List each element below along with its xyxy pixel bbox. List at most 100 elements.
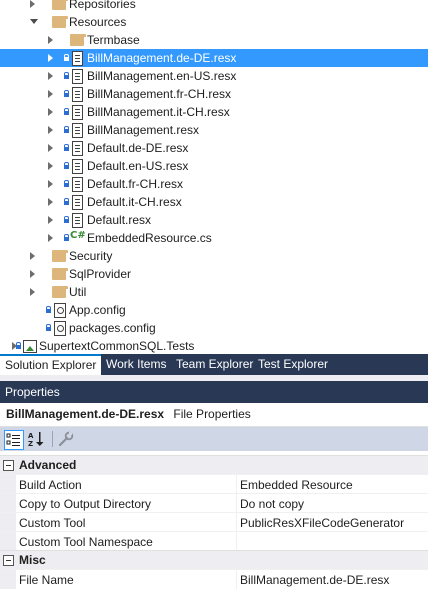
object-selector[interactable]: BillManagement.de-DE.resx File Propertie… bbox=[0, 403, 428, 427]
categorized-icon[interactable] bbox=[4, 430, 24, 450]
tree-item[interactable]: packages.config bbox=[0, 319, 428, 337]
toolbar-separator bbox=[52, 431, 53, 447]
property-row[interactable]: Custom Tool Namespace bbox=[0, 531, 428, 551]
tree-item[interactable]: Security bbox=[0, 247, 428, 265]
collapse-box-icon[interactable] bbox=[3, 460, 14, 471]
alphabetical-icon[interactable]: A Z bbox=[27, 430, 45, 448]
property-row[interactable]: Custom Tool PublicResXFileCodeGenerator bbox=[0, 512, 428, 532]
tree-item-label: packages.config bbox=[69, 321, 156, 335]
tab-work-items[interactable]: Work Items bbox=[101, 354, 171, 375]
expand-arrow-icon[interactable] bbox=[48, 233, 56, 243]
tree-item-label: Repositories bbox=[69, 0, 136, 11]
expand-arrow-icon[interactable] bbox=[48, 161, 56, 171]
tree-item[interactable]: BillManagement.it-CH.resx bbox=[0, 103, 428, 121]
source-control-lock-icon bbox=[16, 342, 21, 349]
tree-item-label: BillManagement.fr-CH.resx bbox=[87, 87, 232, 101]
csharp-file-icon: C# bbox=[70, 230, 86, 241]
tree-item-label: Default.resx bbox=[87, 213, 152, 227]
property-name: File Name bbox=[19, 573, 74, 587]
tree-item-label: Default.de-DE.resx bbox=[87, 141, 189, 155]
column-splitter[interactable] bbox=[236, 513, 237, 532]
config-file-icon bbox=[52, 321, 66, 336]
svg-text:A: A bbox=[28, 432, 34, 440]
property-value[interactable]: Embedded Resource bbox=[240, 478, 353, 492]
object-name: BillManagement.de-DE.resx bbox=[6, 407, 165, 421]
properties-title: Properties bbox=[5, 385, 60, 399]
expand-arrow-icon[interactable] bbox=[48, 35, 56, 45]
tab-solution-explorer[interactable]: Solution Explorer bbox=[0, 354, 102, 375]
tree-item[interactable]: Termbase bbox=[0, 31, 428, 49]
expand-arrow-icon[interactable] bbox=[48, 125, 56, 135]
resx-file-icon bbox=[70, 87, 84, 102]
resx-file-icon bbox=[70, 177, 84, 192]
expand-arrow-icon[interactable] bbox=[48, 215, 56, 225]
expand-arrow-icon[interactable] bbox=[48, 179, 56, 189]
tree-item[interactable]: BillManagement.fr-CH.resx bbox=[0, 85, 428, 103]
tree-item[interactable]: App.config bbox=[0, 301, 428, 319]
folder-icon bbox=[52, 267, 68, 281]
property-name: Custom Tool bbox=[19, 516, 86, 530]
property-row[interactable]: Build Action Embedded Resource bbox=[0, 474, 428, 494]
tree-item[interactable]: Util bbox=[0, 283, 428, 301]
resx-file-icon bbox=[70, 195, 84, 210]
property-row[interactable]: File Name BillManagement.de-DE.resx bbox=[0, 569, 428, 589]
row-gutter bbox=[0, 494, 16, 513]
property-name: Build Action bbox=[19, 478, 82, 492]
property-value[interactable]: Do not copy bbox=[240, 497, 304, 511]
resx-file-icon bbox=[70, 123, 84, 138]
category-label: Advanced bbox=[19, 458, 77, 472]
column-splitter[interactable] bbox=[236, 475, 237, 494]
tree-item[interactable]: Resources bbox=[0, 13, 428, 31]
expand-arrow-icon[interactable] bbox=[30, 269, 38, 279]
wrench-icon[interactable] bbox=[57, 430, 75, 448]
tree-item[interactable]: Default.fr-CH.resx bbox=[0, 175, 428, 193]
tree-item[interactable]: Default.en-US.resx bbox=[0, 157, 428, 175]
category-misc[interactable]: Misc bbox=[0, 550, 428, 569]
folder-icon bbox=[52, 15, 68, 29]
source-control-lock-icon bbox=[64, 54, 69, 61]
category-advanced[interactable]: Advanced bbox=[0, 455, 428, 474]
collapse-arrow-icon[interactable] bbox=[30, 17, 38, 27]
column-splitter[interactable] bbox=[236, 494, 237, 513]
tab-team-explorer[interactable]: Team Explorer bbox=[171, 354, 258, 375]
tree-item[interactable]: BillManagement.de-DE.resx bbox=[0, 49, 428, 67]
tab-test-explorer[interactable]: Test Explorer bbox=[253, 354, 333, 375]
tree-item[interactable]: Default.resx bbox=[0, 211, 428, 229]
tree-item[interactable]: Repositories bbox=[0, 0, 428, 13]
property-name: Copy to Output Directory bbox=[19, 497, 152, 511]
properties-title-bar: Properties bbox=[0, 381, 428, 403]
tree-item[interactable]: Default.de-DE.resx bbox=[0, 139, 428, 157]
expand-arrow-icon[interactable] bbox=[30, 0, 38, 9]
expand-arrow-icon[interactable] bbox=[48, 107, 56, 117]
collapse-box-icon[interactable] bbox=[3, 555, 14, 566]
column-splitter[interactable] bbox=[236, 570, 237, 589]
property-row[interactable]: Copy to Output Directory Do not copy bbox=[0, 493, 428, 513]
row-gutter bbox=[0, 570, 16, 589]
expand-arrow-icon[interactable] bbox=[48, 197, 56, 207]
expand-arrow-icon[interactable] bbox=[48, 53, 56, 63]
expand-arrow-icon[interactable] bbox=[48, 143, 56, 153]
expand-arrow-icon[interactable] bbox=[48, 71, 56, 81]
row-gutter bbox=[0, 513, 16, 532]
tree-item[interactable]: BillManagement.resx bbox=[0, 121, 428, 139]
tree-item-label: Resources bbox=[69, 15, 127, 29]
tree-item[interactable]: SupertextCommonSQL.Tests bbox=[0, 337, 428, 354]
tree-item[interactable]: Default.it-CH.resx bbox=[0, 193, 428, 211]
column-splitter[interactable] bbox=[236, 532, 237, 551]
resx-file-icon bbox=[70, 141, 84, 156]
row-gutter bbox=[0, 532, 16, 551]
expand-arrow-icon[interactable] bbox=[30, 287, 38, 297]
tree-item[interactable]: BillManagement.en-US.resx bbox=[0, 67, 428, 85]
tree-item[interactable]: SqlProvider bbox=[0, 265, 428, 283]
tree-item-label: SupertextCommonSQL.Tests bbox=[39, 339, 195, 353]
tree-item-label: BillManagement.it-CH.resx bbox=[87, 105, 230, 119]
property-value[interactable]: BillManagement.de-DE.resx bbox=[240, 573, 389, 587]
source-control-lock-icon bbox=[64, 216, 69, 223]
property-value[interactable]: PublicResXFileCodeGenerator bbox=[240, 516, 404, 530]
tree-item-label: BillManagement.de-DE.resx bbox=[87, 51, 237, 65]
row-gutter bbox=[0, 475, 16, 494]
expand-arrow-icon[interactable] bbox=[48, 89, 56, 99]
folder-icon bbox=[70, 33, 86, 47]
tree-item[interactable]: C# EmbeddedResource.cs bbox=[0, 229, 428, 247]
expand-arrow-icon[interactable] bbox=[30, 251, 38, 261]
